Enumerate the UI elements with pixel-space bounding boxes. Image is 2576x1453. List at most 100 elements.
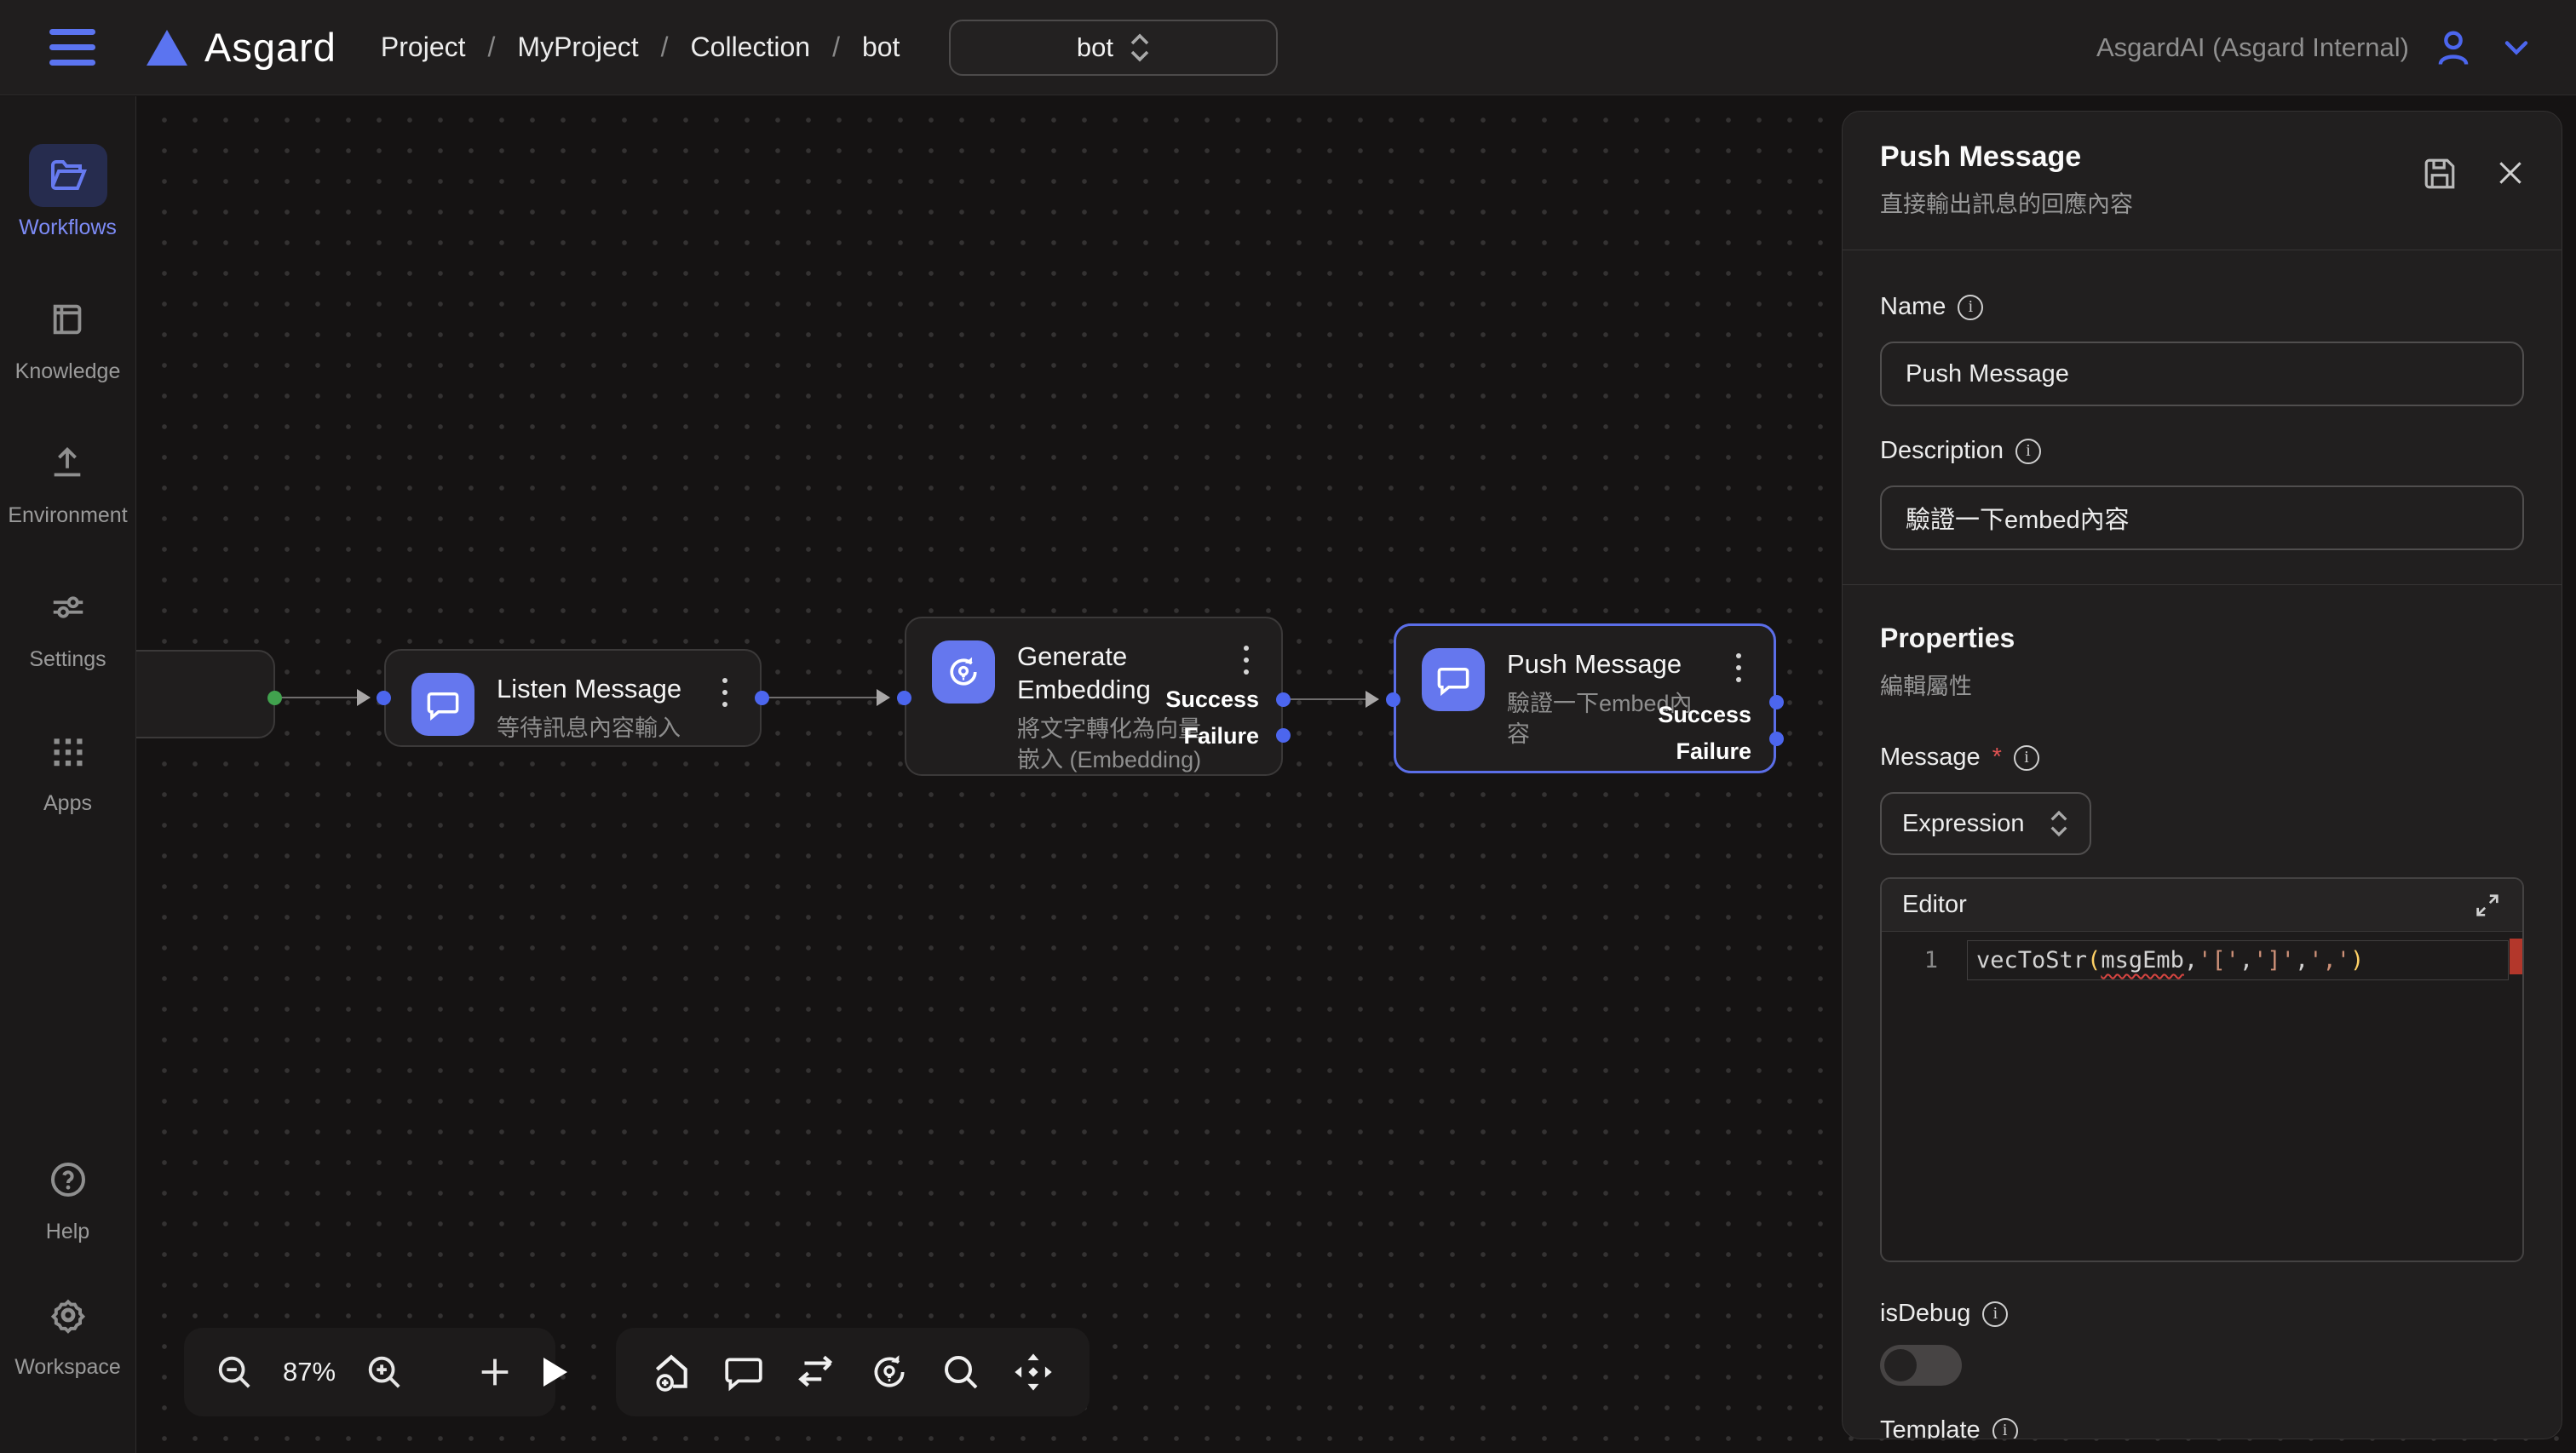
info-icon[interactable]: i [2015, 439, 2041, 464]
sidebar-item-label: Workspace [14, 1355, 121, 1380]
breadcrumb: Project / MyProject / Collection / bot [381, 32, 900, 63]
node-menu-kebab-icon[interactable] [716, 673, 734, 744]
expand-icon[interactable] [2473, 891, 2502, 920]
sidebar-item-knowledge[interactable]: Knowledge [15, 288, 121, 384]
add-node-icon[interactable] [475, 1352, 515, 1392]
apps-grid-icon [29, 720, 107, 783]
description-input[interactable] [1880, 485, 2524, 550]
sidebar-item-label: Environment [8, 503, 127, 528]
node-push-message[interactable]: Push Message 驗證一下embed內容 Success Failure [1394, 623, 1776, 773]
app-logo[interactable]: Asgard [147, 24, 336, 71]
home-add-icon[interactable] [650, 1351, 693, 1393]
run-workflow-icon[interactable] [543, 1358, 567, 1387]
swap-arrows-icon[interactable] [795, 1351, 837, 1393]
output-port[interactable] [267, 691, 282, 705]
error-marker [2510, 939, 2522, 974]
output-port-failure[interactable] [1276, 728, 1291, 743]
book-icon [29, 288, 107, 351]
output-port-success[interactable] [1276, 692, 1291, 707]
description-label: Description [1880, 437, 2004, 465]
info-icon[interactable]: i [1958, 295, 1983, 320]
connection-line [768, 697, 889, 698]
sidebar-item-workflows[interactable]: Workflows [19, 144, 117, 240]
workflow-select[interactable]: bot [949, 20, 1278, 76]
hamburger-menu-icon[interactable] [49, 29, 95, 66]
sidebar-item-environment[interactable]: Environment [8, 432, 127, 528]
name-input[interactable] [1880, 342, 2524, 406]
sidebar-item-apps[interactable]: Apps [29, 720, 107, 816]
input-port[interactable] [897, 691, 911, 705]
save-icon[interactable] [2422, 156, 2458, 192]
account-name: AsgardAI (Asgard Internal) [2096, 32, 2409, 63]
isdebug-toggle[interactable] [1880, 1345, 1962, 1386]
template-label: Template [1880, 1416, 1981, 1439]
node-listen-message[interactable]: Listen Message 等待訊息內容輸入 [384, 649, 762, 747]
breadcrumb-project[interactable]: Project [381, 32, 466, 63]
user-icon[interactable] [2431, 26, 2475, 70]
info-icon[interactable]: i [2014, 745, 2039, 771]
info-icon[interactable]: i [1992, 1418, 2018, 1440]
embedding-icon[interactable] [868, 1351, 911, 1393]
sidebar-item-label: Settings [29, 647, 106, 672]
zoom-out-icon[interactable] [215, 1352, 254, 1392]
account-chevron-down-icon[interactable] [2498, 29, 2535, 66]
breadcrumb-collection[interactable]: Collection [691, 32, 811, 63]
code-line[interactable]: vecToStr(msgEmb,'[',']',',') [1967, 940, 2509, 980]
breadcrumb-separator: / [832, 32, 840, 63]
line-number: 1 [1882, 947, 1967, 973]
select-chevrons-icon [1129, 33, 1151, 62]
node-output-label-failure: Failure [1676, 738, 1751, 765]
search-icon[interactable] [940, 1352, 981, 1393]
sidebar-item-workspace[interactable]: Workspace [14, 1284, 121, 1380]
required-asterisk: * [1992, 744, 2002, 772]
node-tools-toolbar [616, 1328, 1090, 1416]
top-bar: Asgard Project / MyProject / Collection … [0, 0, 2576, 95]
breadcrumb-bot[interactable]: bot [862, 32, 900, 63]
editor-title: Editor [1902, 891, 1967, 919]
node-output-label-success: Success [1165, 686, 1259, 713]
node-output-label-failure: Failure [1183, 723, 1259, 749]
breadcrumb-separator: / [488, 32, 496, 63]
embedding-icon [932, 640, 995, 704]
node-generate-embedding[interactable]: Generate Embedding 將文字轉化為向量嵌入 (Embedding… [905, 617, 1283, 776]
sidebar-item-label: Workflows [19, 215, 117, 240]
message-label: Message [1880, 744, 1981, 772]
folder-icon [29, 144, 107, 207]
chat-bubble-icon[interactable] [722, 1351, 765, 1393]
output-port-success[interactable] [1769, 695, 1784, 709]
node-menu-kebab-icon[interactable] [1729, 648, 1748, 750]
node-properties-panel: Push Message 直接輸出訊息的回應內容 Name i Descript… [1842, 111, 2562, 1439]
node-subtitle: 將文字轉化為向量嵌入 (Embedding) [1017, 714, 1205, 776]
node-output-label-success: Success [1658, 702, 1751, 728]
node-subtitle: 等待訊息內容輸入 [497, 713, 681, 744]
breadcrumb-myproject[interactable]: MyProject [517, 32, 638, 63]
logo-triangle-icon [147, 30, 187, 66]
message-type-select[interactable]: Expression [1880, 792, 2091, 855]
move-diamond-icon[interactable] [1011, 1350, 1055, 1394]
node-title: Push Message [1507, 648, 1707, 681]
close-icon[interactable] [2493, 156, 2527, 190]
zoom-in-icon[interactable] [365, 1352, 404, 1392]
info-icon[interactable]: i [1982, 1301, 2008, 1327]
output-port[interactable] [755, 691, 769, 705]
connection-line [274, 697, 370, 698]
properties-title: Properties [1880, 623, 2524, 654]
code-area[interactable]: 1 vecToStr(msgEmb,'[',']',',') [1882, 932, 2522, 980]
gear-icon [29, 1284, 107, 1347]
workflow-select-value: bot [1077, 32, 1113, 63]
sidebar-item-label: Apps [43, 791, 92, 816]
input-port[interactable] [377, 691, 391, 705]
sidebar-item-label: Help [46, 1220, 89, 1244]
connection-arrow-icon [1366, 691, 1379, 708]
sidebar: Workflows Knowledge Environment Settings… [0, 96, 136, 1453]
sidebar-item-settings[interactable]: Settings [29, 576, 107, 672]
name-label: Name [1880, 293, 1946, 321]
output-port-failure[interactable] [1769, 732, 1784, 746]
message-type-value: Expression [1902, 810, 2024, 838]
chat-bubble-icon [411, 673, 474, 736]
input-port[interactable] [1386, 692, 1400, 707]
help-circle-icon [29, 1148, 107, 1211]
sidebar-item-help[interactable]: Help [29, 1148, 107, 1244]
sliders-icon [29, 576, 107, 639]
expression-editor: Editor 1 vecToStr(msgEmb,'[',']',',') [1880, 877, 2524, 1262]
